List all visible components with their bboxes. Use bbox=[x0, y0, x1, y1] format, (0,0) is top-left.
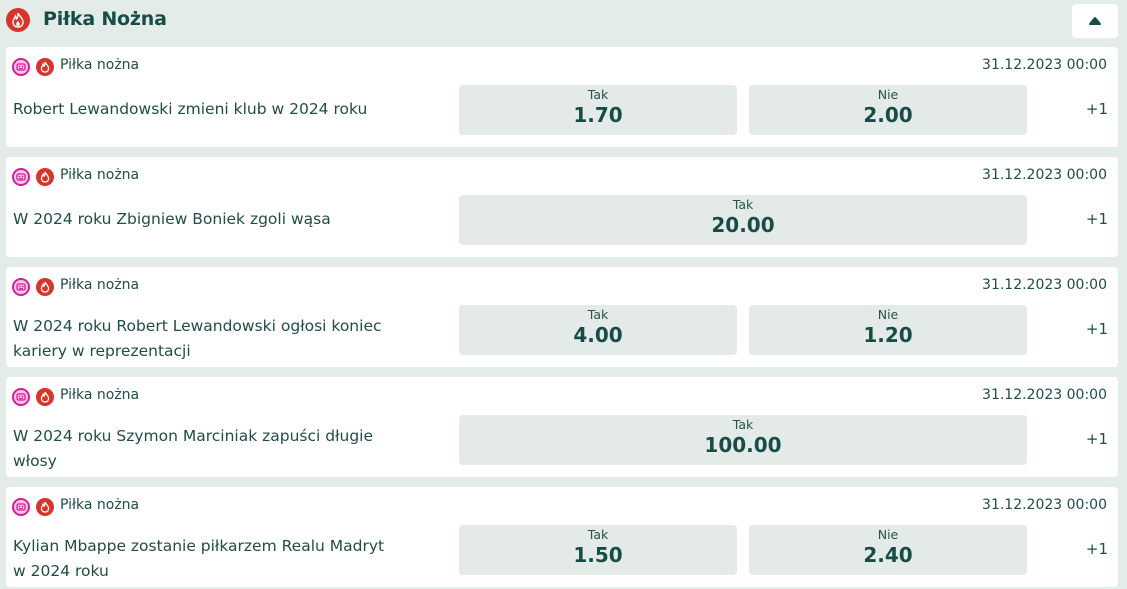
odd-value: 1.70 bbox=[573, 103, 623, 127]
special-bet-icon bbox=[12, 498, 30, 516]
odd-button-no[interactable]: Nie 2.00 bbox=[749, 85, 1027, 135]
event-date: 31.12.2023 00:00 bbox=[982, 167, 1107, 183]
event-card: Piłka nożna 31.12.2023 00:00 Robert Lewand… bbox=[6, 47, 1118, 147]
odd-label: Tak bbox=[732, 417, 754, 432]
more-markets-link[interactable]: +1 bbox=[1086, 540, 1108, 558]
fire-icon bbox=[36, 388, 54, 406]
event-card: Piłka nożna 31.12.2023 00:00 W 2024 roku S… bbox=[6, 377, 1118, 477]
sport-label: Piłka nożna bbox=[60, 497, 140, 513]
odd-button-no[interactable]: Nie 1.20 bbox=[749, 305, 1027, 355]
fire-icon bbox=[36, 498, 54, 516]
event-title-line: włosy bbox=[13, 452, 57, 470]
event-title-line: w 2024 roku bbox=[13, 562, 109, 580]
more-markets-link[interactable]: +1 bbox=[1086, 430, 1108, 448]
odd-label: Nie bbox=[877, 87, 899, 102]
event-title[interactable]: W 2024 roku Szymon Marciniak zapuści dłu… bbox=[13, 424, 423, 474]
event-title-line: W 2024 roku Szymon Marciniak zapuści dłu… bbox=[13, 427, 374, 445]
event-date: 31.12.2023 00:00 bbox=[982, 387, 1107, 403]
event-title-line: W 2024 roku Zbigniew Boniek zgoli wąsa bbox=[13, 210, 331, 228]
event-title-line: kariery w reprezentacji bbox=[13, 342, 191, 360]
odd-value: 2.00 bbox=[863, 103, 913, 127]
fire-icon bbox=[6, 8, 30, 32]
special-bet-icon bbox=[12, 58, 30, 76]
odd-value: 4.00 bbox=[573, 323, 623, 347]
odd-button-yes[interactable]: Tak 1.50 bbox=[459, 525, 737, 575]
event-title[interactable]: W 2024 roku Robert Lewandowski ogłosi ko… bbox=[13, 314, 423, 364]
special-bet-icon bbox=[12, 278, 30, 296]
odd-button-yes[interactable]: Tak 4.00 bbox=[459, 305, 737, 355]
event-icons bbox=[12, 168, 54, 186]
event-title[interactable]: Robert Lewandowski zmieni klub w 2024 ro… bbox=[13, 97, 423, 122]
event-icons bbox=[12, 58, 54, 76]
more-markets-link[interactable]: +1 bbox=[1086, 210, 1108, 228]
odd-button-yes[interactable]: Tak 100.00 bbox=[459, 415, 1027, 465]
event-card: Piłka nożna 31.12.2023 00:00 W 2024 roku Z… bbox=[6, 157, 1118, 257]
event-date: 31.12.2023 00:00 bbox=[982, 277, 1107, 293]
odd-label: Nie bbox=[877, 307, 899, 322]
fire-icon bbox=[36, 168, 54, 186]
sport-label: Piłka nożna bbox=[60, 387, 140, 403]
odd-value: 1.20 bbox=[863, 323, 913, 347]
odd-label: Tak bbox=[732, 197, 754, 212]
event-icons bbox=[12, 498, 54, 516]
event-icons bbox=[12, 278, 54, 296]
event-title-line: Robert Lewandowski zmieni klub w 2024 ro… bbox=[13, 100, 368, 118]
odd-label: Tak bbox=[587, 307, 609, 322]
event-date: 31.12.2023 00:00 bbox=[982, 497, 1107, 513]
fire-icon bbox=[36, 58, 54, 76]
odd-value: 100.00 bbox=[704, 433, 782, 457]
odd-value: 1.50 bbox=[573, 543, 623, 567]
odd-value: 2.40 bbox=[863, 543, 913, 567]
collapse-button[interactable] bbox=[1072, 4, 1118, 38]
event-title[interactable]: W 2024 roku Zbigniew Boniek zgoli wąsa bbox=[13, 207, 423, 232]
section-title: Piłka Nożna bbox=[43, 8, 167, 30]
sport-label: Piłka nożna bbox=[60, 57, 140, 73]
fire-icon bbox=[36, 278, 54, 296]
odd-label: Nie bbox=[877, 527, 899, 542]
event-card: Piłka nożna 31.12.2023 00:00 Kylian Mbappe… bbox=[6, 487, 1118, 587]
more-markets-link[interactable]: +1 bbox=[1086, 320, 1108, 338]
odd-label: Tak bbox=[587, 87, 609, 102]
odd-label: Tak bbox=[587, 527, 609, 542]
special-bet-icon bbox=[12, 388, 30, 406]
odd-button-yes[interactable]: Tak 20.00 bbox=[459, 195, 1027, 245]
odd-button-no[interactable]: Nie 2.40 bbox=[749, 525, 1027, 575]
special-bet-icon bbox=[12, 168, 30, 186]
event-title-line: Kylian Mbappe zostanie piłkarzem Realu M… bbox=[13, 537, 385, 555]
more-markets-link[interactable]: +1 bbox=[1086, 100, 1108, 118]
sport-label: Piłka nożna bbox=[60, 277, 140, 293]
event-card: Piłka nożna 31.12.2023 00:00 W 2024 roku R… bbox=[6, 267, 1118, 367]
event-title[interactable]: Kylian Mbappe zostanie piłkarzem Realu M… bbox=[13, 534, 423, 584]
sport-label: Piłka nożna bbox=[60, 167, 140, 183]
odd-value: 20.00 bbox=[711, 213, 775, 237]
triangle-up-icon bbox=[1089, 17, 1101, 25]
event-date: 31.12.2023 00:00 bbox=[982, 57, 1107, 73]
section-header: Piłka Nożna bbox=[0, 0, 1127, 42]
odd-button-yes[interactable]: Tak 1.70 bbox=[459, 85, 737, 135]
event-icons bbox=[12, 388, 54, 406]
event-title-line: W 2024 roku Robert Lewandowski ogłosi ko… bbox=[13, 317, 382, 335]
